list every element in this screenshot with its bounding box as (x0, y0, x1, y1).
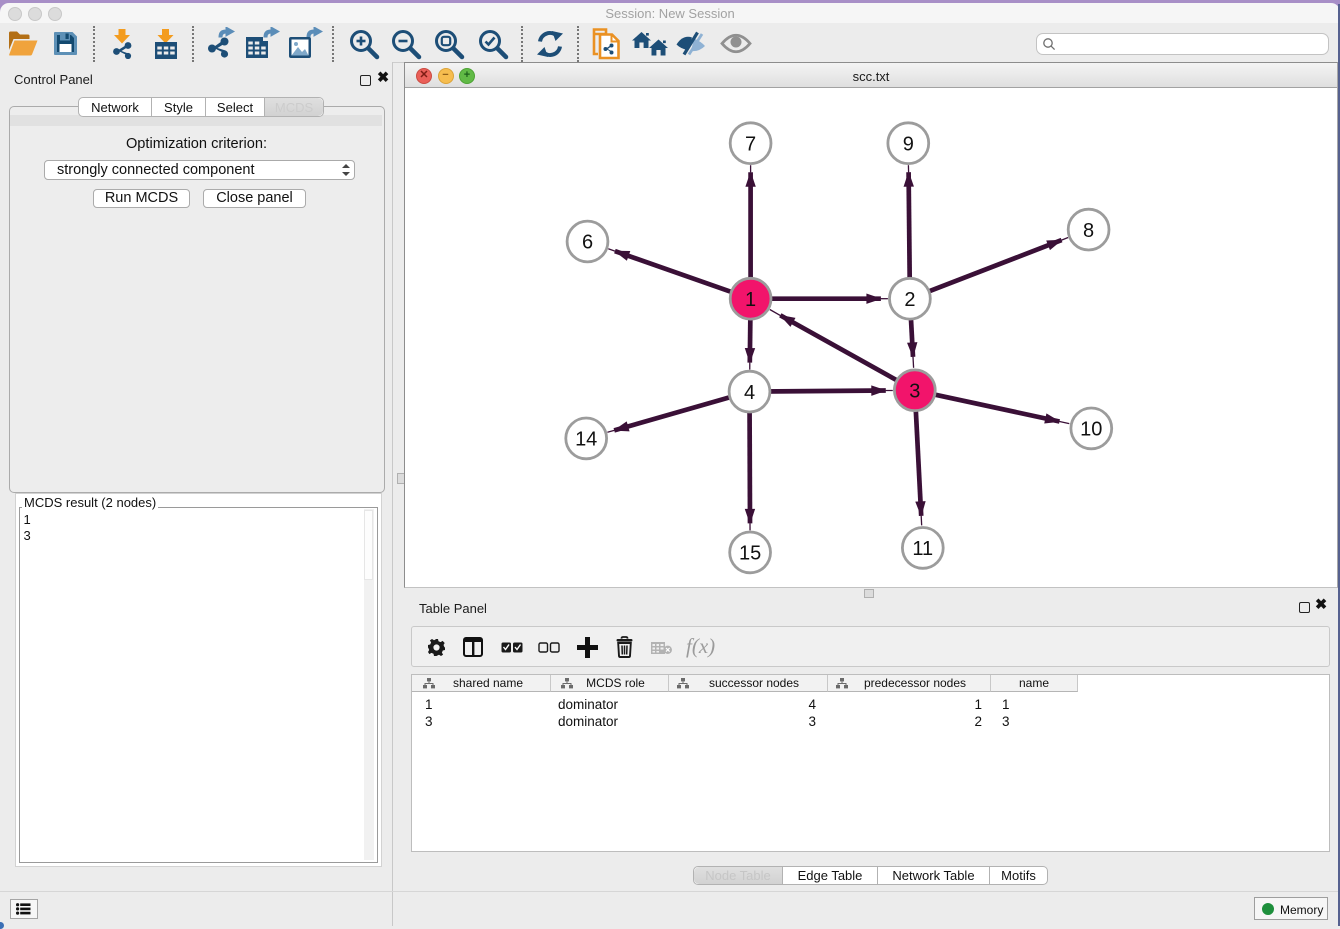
svg-text:11: 11 (912, 538, 933, 560)
svg-text:10: 10 (1080, 419, 1102, 441)
svg-text:3: 3 (909, 381, 920, 403)
svg-text:9: 9 (903, 133, 914, 155)
svg-text:4: 4 (744, 382, 755, 404)
svg-text:2: 2 (904, 289, 915, 311)
svg-text:15: 15 (739, 543, 761, 565)
svg-text:8: 8 (1083, 220, 1094, 242)
svg-text:1: 1 (745, 289, 756, 311)
svg-text:7: 7 (745, 133, 756, 155)
svg-text:14: 14 (575, 429, 597, 451)
svg-text:6: 6 (582, 232, 593, 254)
